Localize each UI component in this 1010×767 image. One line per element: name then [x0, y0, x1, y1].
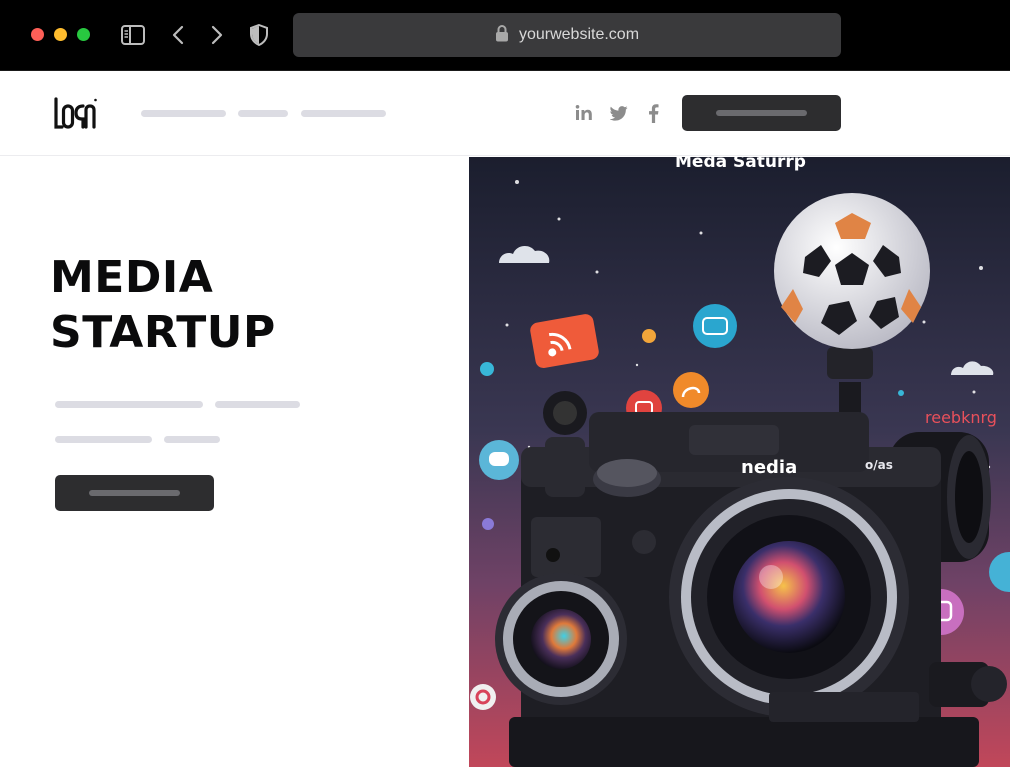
nav-link-3[interactable] — [301, 110, 386, 117]
hero-text-line — [215, 401, 300, 408]
linkedin-icon[interactable] — [573, 102, 595, 124]
hero-image: Meda Saturrp reebknrg nedia o/as — [469, 157, 1010, 767]
hero-image-side-text: reebknrg — [925, 408, 997, 427]
address-bar[interactable]: yourwebsite.com — [293, 13, 841, 57]
camera-brand-text: nedia — [741, 457, 797, 478]
browser-chrome: yourwebsite.com — [0, 0, 1010, 71]
lock-icon — [495, 24, 509, 47]
hero-text-line — [55, 436, 152, 443]
site-header — [0, 71, 1010, 156]
back-icon[interactable] — [170, 22, 186, 48]
nav-link-2[interactable] — [238, 110, 288, 117]
hero-cta-button[interactable] — [55, 475, 214, 511]
close-window-button[interactable] — [31, 28, 44, 41]
url-text: yourwebsite.com — [518, 26, 640, 43]
maximize-window-button[interactable] — [77, 28, 90, 41]
camera-model-text: o/as — [865, 458, 893, 472]
hero-text-line — [164, 436, 220, 443]
nav-link-1[interactable] — [141, 110, 226, 117]
hero-image-caption: Meda Saturrp — [675, 157, 806, 172]
hero-title: MEDIA STARTUP — [50, 252, 276, 358]
shield-icon[interactable] — [249, 22, 269, 48]
sidebar-icon[interactable] — [120, 22, 146, 48]
hero-cta-label-placeholder — [89, 490, 180, 496]
header-cta-button[interactable] — [682, 95, 841, 131]
header-cta-label-placeholder — [716, 110, 807, 116]
logo[interactable] — [54, 96, 98, 130]
forward-icon[interactable] — [209, 22, 225, 48]
twitter-icon[interactable] — [608, 102, 630, 124]
minimize-window-button[interactable] — [54, 28, 67, 41]
facebook-icon[interactable] — [642, 102, 664, 124]
hero-text-line — [55, 401, 203, 408]
